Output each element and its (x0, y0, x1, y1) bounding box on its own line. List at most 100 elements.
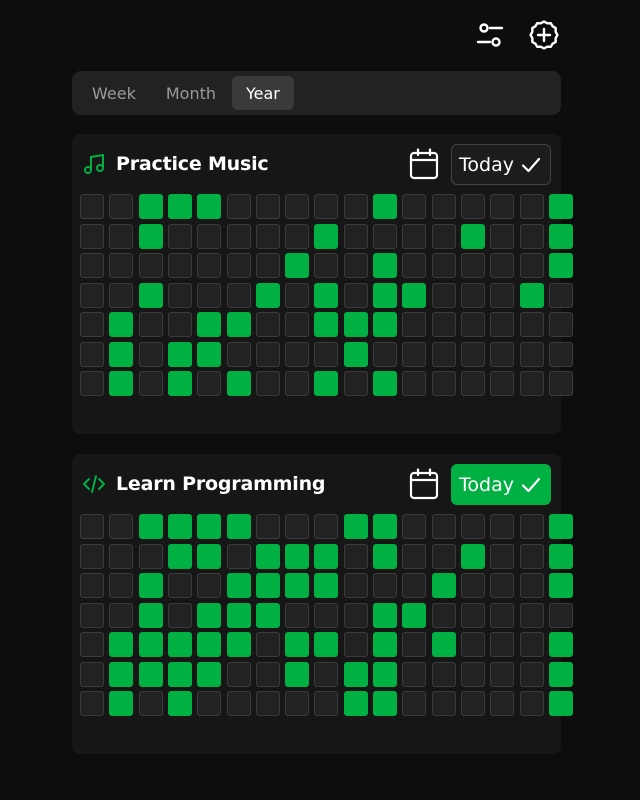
habit-day-cell[interactable] (373, 573, 397, 598)
habit-day-cell-done[interactable] (226, 573, 251, 598)
habit-day-cell[interactable] (431, 661, 456, 687)
habit-day-cell[interactable] (314, 514, 339, 539)
habit-day-cell-done[interactable] (285, 661, 310, 687)
habit-day-cell[interactable] (226, 691, 251, 716)
habit-day-cell[interactable] (255, 661, 280, 687)
habit-day-cell[interactable] (285, 312, 310, 337)
habit-day-cell-done[interactable] (373, 282, 397, 308)
habit-day-cell[interactable] (431, 223, 456, 249)
habit-day-cell-done[interactable] (548, 514, 573, 539)
habit-day-cell[interactable] (343, 253, 368, 278)
habit-day-cell[interactable] (519, 543, 544, 569)
habit-day-cell-done[interactable] (548, 573, 573, 598)
habit-day-cell[interactable] (402, 341, 427, 367)
habit-day-cell[interactable] (80, 632, 104, 657)
habit-day-cell[interactable] (490, 632, 515, 657)
habit-day-cell-done[interactable] (167, 543, 192, 569)
habit-day-cell-done[interactable] (373, 312, 397, 337)
habit-day-cell-done[interactable] (373, 371, 397, 396)
habit-day-cell-done[interactable] (138, 661, 163, 687)
habit-day-cell-done[interactable] (138, 573, 163, 598)
habit-day-cell[interactable] (431, 602, 456, 628)
habit-day-cell-done[interactable] (197, 194, 222, 219)
habit-day-cell[interactable] (431, 194, 456, 219)
habit-day-cell[interactable] (431, 691, 456, 716)
habit-day-cell[interactable] (167, 282, 192, 308)
habit-day-cell[interactable] (255, 312, 280, 337)
habit-day-cell-done[interactable] (285, 573, 310, 598)
habit-day-cell[interactable] (519, 223, 544, 249)
habit-day-cell-done[interactable] (314, 543, 339, 569)
habit-day-cell-done[interactable] (197, 312, 222, 337)
today-toggle-button[interactable]: Today (451, 464, 551, 505)
habit-day-cell-done[interactable] (109, 632, 134, 657)
habit-day-cell[interactable] (197, 371, 222, 396)
habit-day-cell[interactable] (109, 194, 134, 219)
habit-day-cell[interactable] (519, 341, 544, 367)
habit-day-cell[interactable] (226, 253, 251, 278)
habit-day-cell-done[interactable] (314, 282, 339, 308)
habit-day-cell-done[interactable] (285, 632, 310, 657)
habit-day-cell[interactable] (460, 371, 485, 396)
habit-day-cell[interactable] (431, 341, 456, 367)
habit-day-cell[interactable] (80, 194, 104, 219)
habit-day-cell-done[interactable] (226, 632, 251, 657)
habit-day-cell[interactable] (402, 371, 427, 396)
habit-day-cell-done[interactable] (138, 514, 163, 539)
habit-day-cell-done[interactable] (197, 514, 222, 539)
habit-day-cell[interactable] (431, 371, 456, 396)
habit-day-cell-done[interactable] (402, 282, 427, 308)
habit-day-cell[interactable] (138, 691, 163, 716)
habit-day-cell[interactable] (197, 253, 222, 278)
habit-day-cell-done[interactable] (138, 632, 163, 657)
habit-day-cell[interactable] (80, 312, 104, 337)
habit-day-cell[interactable] (343, 194, 368, 219)
habit-day-cell-done[interactable] (197, 602, 222, 628)
tab-month[interactable]: Month (152, 76, 230, 110)
today-toggle-button[interactable]: Today (451, 144, 551, 185)
habit-day-cell-done[interactable] (402, 602, 427, 628)
habit-day-cell[interactable] (80, 282, 104, 308)
habit-day-cell[interactable] (548, 602, 573, 628)
habit-day-cell-done[interactable] (138, 602, 163, 628)
habit-day-cell[interactable] (197, 282, 222, 308)
habit-day-cell-done[interactable] (255, 602, 280, 628)
habit-day-cell[interactable] (490, 573, 515, 598)
habit-day-cell-done[interactable] (109, 341, 134, 367)
habit-day-cell[interactable] (490, 543, 515, 569)
habit-day-cell-done[interactable] (373, 194, 397, 219)
habit-day-cell-done[interactable] (109, 661, 134, 687)
habit-day-cell-done[interactable] (343, 312, 368, 337)
tab-week[interactable]: Week (78, 76, 150, 110)
habit-day-cell-done[interactable] (285, 253, 310, 278)
habit-day-cell[interactable] (226, 543, 251, 569)
habit-day-cell[interactable] (402, 194, 427, 219)
habit-day-cell[interactable] (460, 661, 485, 687)
habit-day-cell[interactable] (314, 661, 339, 687)
habit-day-cell-done[interactable] (373, 253, 397, 278)
habit-day-cell[interactable] (490, 341, 515, 367)
habit-day-cell[interactable] (314, 341, 339, 367)
habit-day-cell[interactable] (197, 691, 222, 716)
habit-day-cell[interactable] (431, 282, 456, 308)
habit-day-cell-done[interactable] (314, 632, 339, 657)
habit-day-cell-done[interactable] (167, 341, 192, 367)
habit-day-cell[interactable] (460, 514, 485, 539)
habit-day-cell[interactable] (490, 661, 515, 687)
habit-day-cell[interactable] (80, 543, 104, 569)
habit-day-cell-done[interactable] (255, 282, 280, 308)
add-habit-button[interactable] (526, 17, 562, 53)
habit-day-cell-done[interactable] (226, 312, 251, 337)
habit-day-cell[interactable] (109, 282, 134, 308)
habit-day-cell[interactable] (490, 691, 515, 716)
habit-day-cell-done[interactable] (314, 312, 339, 337)
habit-day-cell-done[interactable] (138, 282, 163, 308)
habit-day-cell-done[interactable] (138, 194, 163, 219)
habit-day-cell-done[interactable] (167, 661, 192, 687)
habit-day-cell[interactable] (490, 194, 515, 219)
habit-day-cell[interactable] (490, 371, 515, 396)
habit-day-cell[interactable] (431, 514, 456, 539)
habit-day-cell-done[interactable] (255, 573, 280, 598)
habit-day-cell[interactable] (460, 573, 485, 598)
habit-day-cell[interactable] (402, 661, 427, 687)
